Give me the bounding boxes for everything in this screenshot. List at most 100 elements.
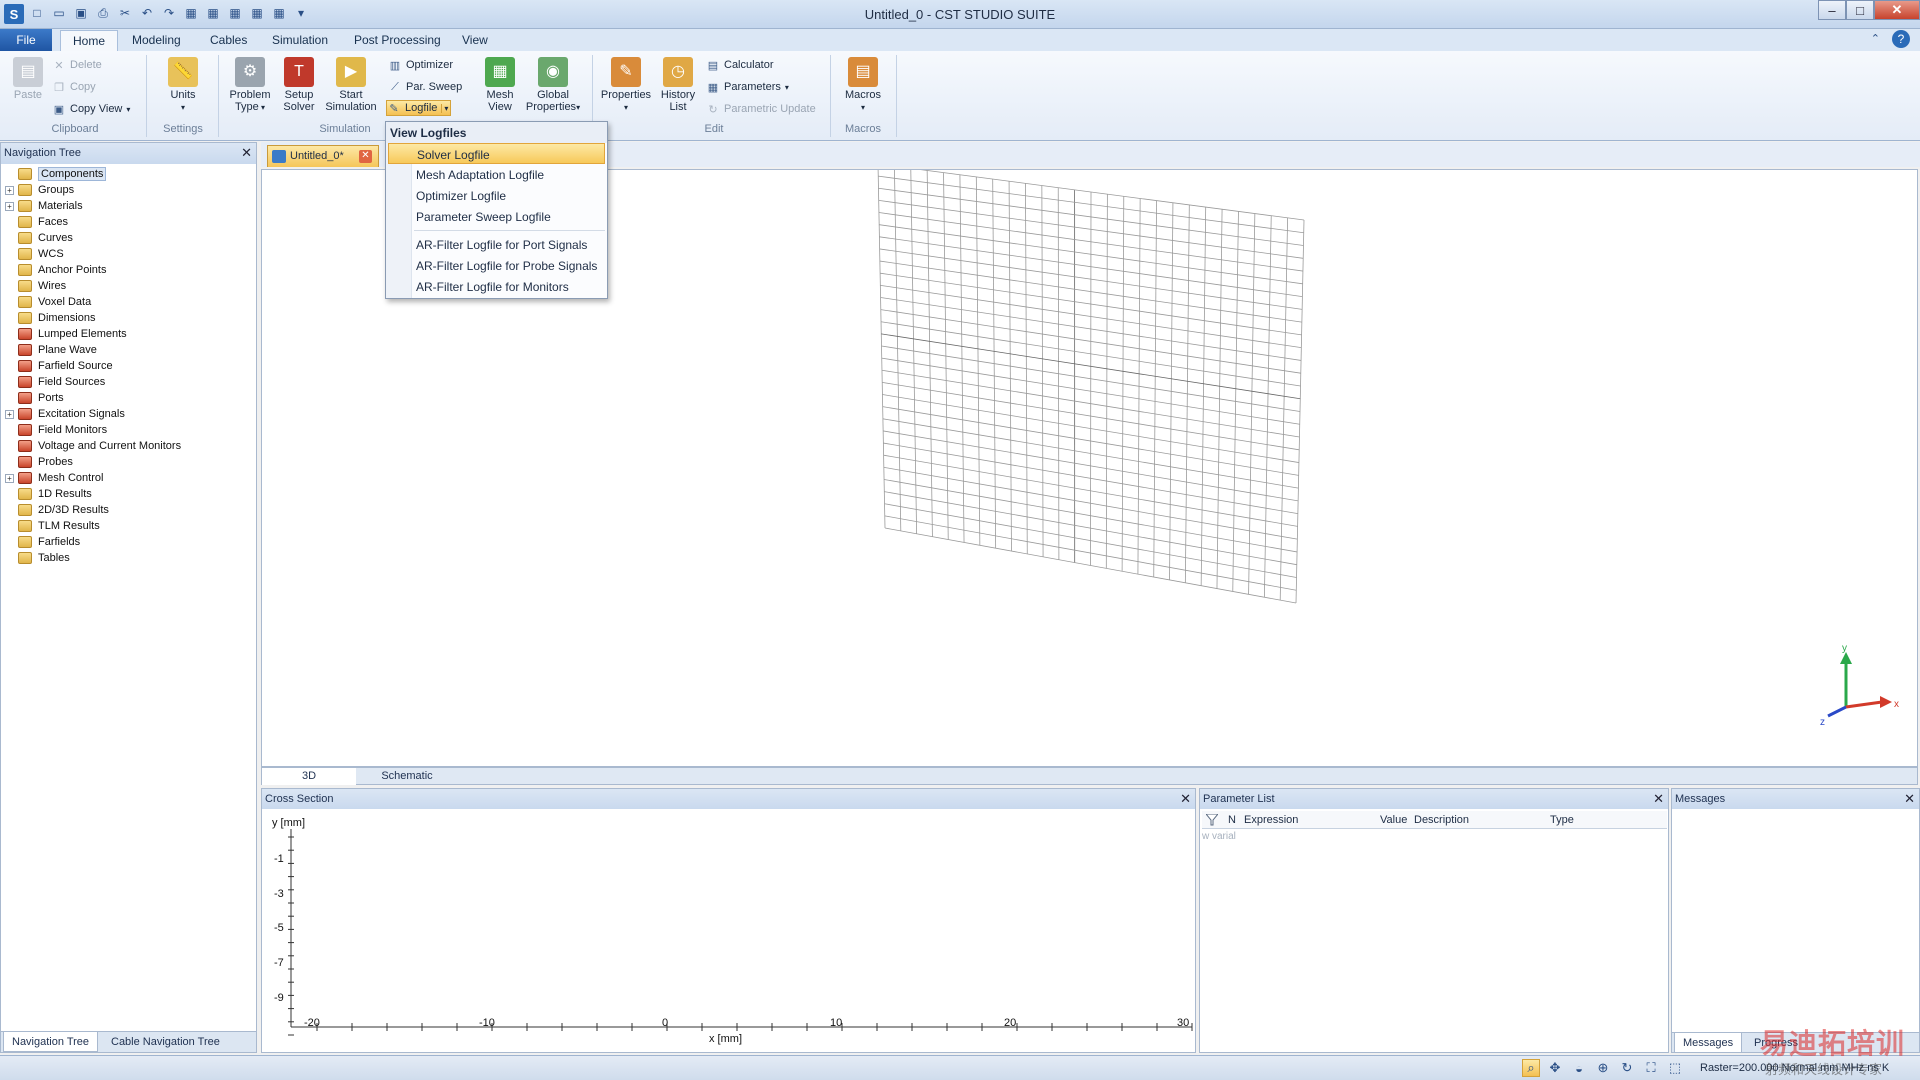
maximize-button[interactable]: □ (1846, 0, 1874, 20)
column-expression[interactable]: Expression (1244, 814, 1298, 826)
tree-item[interactable]: Faces (5, 214, 256, 230)
tree-item[interactable]: Farfields (5, 534, 256, 550)
tree-item[interactable]: Curves (5, 230, 256, 246)
calculator-button[interactable]: ▤ Calculator (706, 57, 774, 73)
expand-icon[interactable]: + (5, 473, 14, 483)
expand-icon[interactable]: + (5, 201, 14, 211)
history-list-button[interactable]: ◷ History List (656, 57, 700, 113)
tab-navigation-tree[interactable]: Navigation Tree (3, 1032, 99, 1052)
tree-item[interactable]: + Mesh Control (5, 470, 256, 486)
menu-item-ar-filter-port-signals[interactable]: AR-Filter Logfile for Port Signals (386, 234, 607, 255)
setup-solver-button[interactable]: T Setup Solver (278, 57, 320, 113)
parameters-button[interactable]: ▦ Parameters ▾ (706, 79, 789, 95)
tab-post-processing[interactable]: Post Processing (342, 30, 453, 51)
tree-item[interactable]: + Excitation Signals (5, 406, 256, 422)
x-tick: -20 (304, 1017, 320, 1029)
problem-type-button[interactable]: ⚙ Problem Type ▾ (224, 57, 276, 114)
expand-icon[interactable]: + (5, 185, 14, 195)
tree-item[interactable]: Ports (5, 390, 256, 406)
menu-item-ar-filter-monitors[interactable]: AR-Filter Logfile for Monitors (386, 276, 607, 297)
parametric-update-button[interactable]: ↻ Parametric Update (706, 101, 815, 117)
tree-item[interactable]: Tables (5, 550, 256, 566)
minimize-button[interactable]: – (1818, 0, 1846, 20)
column-description[interactable]: Description (1414, 814, 1469, 826)
tree-item[interactable]: Voxel Data (5, 294, 256, 310)
expand-icon[interactable]: + (5, 409, 14, 419)
tree-item[interactable]: Field Sources (5, 374, 256, 390)
tab-cables[interactable]: Cables (198, 30, 259, 51)
tree-item[interactable]: + Materials (5, 198, 256, 214)
par-sweep-button[interactable]: ⟋ Par. Sweep (388, 79, 462, 95)
tree-item[interactable]: Farfield Source (5, 358, 256, 374)
global-properties-button[interactable]: ◉ Global Properties▾ (522, 57, 584, 114)
mesh-view-button[interactable]: ▦ Mesh View (480, 57, 520, 113)
help-icon[interactable]: ? (1892, 30, 1910, 48)
minimize-ribbon-icon[interactable]: ⌃ (1871, 32, 1880, 45)
macros-button[interactable]: ▤ Macros ▾ (838, 57, 888, 114)
logfile-dropdown-menu: View Logfiles Solver Logfile Mesh Adapta… (385, 121, 608, 299)
tree-item[interactable]: TLM Results (5, 518, 256, 534)
tree-item[interactable]: Field Monitors (5, 422, 256, 438)
folder-icon (18, 232, 32, 244)
close-button[interactable]: ✕ (1874, 0, 1920, 20)
logfile-button[interactable]: ✎ Logfile ▾ (386, 100, 452, 116)
close-icon[interactable]: ✕ (1904, 791, 1915, 807)
tree-item[interactable]: 2D/3D Results (5, 502, 256, 518)
units-button[interactable]: 📏 Units ▾ (160, 57, 206, 114)
close-icon[interactable]: ✕ (241, 145, 252, 161)
menu-item-mesh-adaptation-logfile[interactable]: Mesh Adaptation Logfile (386, 164, 607, 185)
tree-item[interactable]: Probes (5, 454, 256, 470)
column-type[interactable]: Type (1550, 814, 1574, 826)
tab-schematic[interactable]: Schematic (357, 768, 457, 785)
column-n[interactable]: N (1228, 814, 1236, 826)
tab-view[interactable]: View (450, 30, 500, 51)
paste-button[interactable]: ▤ Paste (10, 57, 46, 101)
column-value[interactable]: Value (1380, 814, 1407, 826)
tree-item[interactable]: Anchor Points (5, 262, 256, 278)
filter-icon[interactable] (1206, 814, 1218, 826)
close-icon[interactable]: ✕ (359, 150, 372, 163)
tab-simulation[interactable]: Simulation (260, 30, 340, 51)
zoom-icon[interactable]: ⊕ (1594, 1059, 1612, 1077)
start-simulation-button[interactable]: ▶ Start Simulation (322, 57, 380, 113)
delete-button[interactable]: ✕ Delete (52, 57, 101, 73)
tab-modeling[interactable]: Modeling (120, 30, 193, 51)
logfile-dropdown-arrow-icon[interactable]: ▾ (441, 103, 448, 113)
copy-button[interactable]: ❐ Copy (52, 79, 96, 95)
menu-item-parameter-sweep-logfile[interactable]: Parameter Sweep Logfile (386, 206, 607, 227)
fit-view-icon[interactable]: ⛶ (1642, 1059, 1660, 1077)
folder-icon (18, 216, 32, 228)
tree-item[interactable]: Plane Wave (5, 342, 256, 358)
properties-button[interactable]: ✎ Properties ▾ (598, 57, 654, 114)
tab-home[interactable]: Home (60, 30, 119, 51)
tree-item[interactable]: 1D Results (5, 486, 256, 502)
tab-file[interactable]: File (0, 29, 52, 51)
document-tab[interactable]: Untitled_0* ✕ (267, 145, 379, 167)
tree-item[interactable]: Voltage and Current Monitors (5, 438, 256, 454)
rotate-icon[interactable]: ◒ (1570, 1059, 1588, 1077)
menu-item-optimizer-logfile[interactable]: Optimizer Logfile (386, 185, 607, 206)
panel-header: Cross Section ✕ (262, 789, 1195, 809)
close-icon[interactable]: ✕ (1180, 791, 1191, 807)
tab-messages[interactable]: Messages (1674, 1033, 1743, 1053)
menu-item-solver-logfile[interactable]: Solver Logfile (388, 143, 605, 164)
tree-item[interactable]: Dimensions (5, 310, 256, 326)
cube-view-icon[interactable]: ⬚ (1666, 1059, 1684, 1077)
pan-icon[interactable]: ✥ (1546, 1059, 1564, 1077)
tab-cable-navigation-tree[interactable]: Cable Navigation Tree (103, 1032, 228, 1052)
tab-3d[interactable]: 3D (262, 768, 356, 785)
optimizer-button[interactable]: ▥ Optimizer (388, 57, 453, 73)
tree-item[interactable]: Components (5, 166, 256, 182)
tree-item[interactable]: Wires (5, 278, 256, 294)
close-icon[interactable]: ✕ (1653, 791, 1664, 807)
folder-icon (18, 472, 32, 484)
copy-view-button[interactable]: ▣ Copy View ▾ (52, 101, 131, 117)
watermark-logo: 易迪拓培训 (1760, 1028, 1906, 1059)
tree-item[interactable]: Lumped Elements (5, 326, 256, 342)
new-parameter-row[interactable]: w varial (1202, 831, 1236, 842)
tree-item[interactable]: + Groups (5, 182, 256, 198)
zoom-select-icon[interactable]: ⌕ (1522, 1059, 1540, 1077)
tree-item[interactable]: WCS (5, 246, 256, 262)
reset-view-icon[interactable]: ↻ (1618, 1059, 1636, 1077)
menu-item-ar-filter-probe-signals[interactable]: AR-Filter Logfile for Probe Signals (386, 255, 607, 276)
